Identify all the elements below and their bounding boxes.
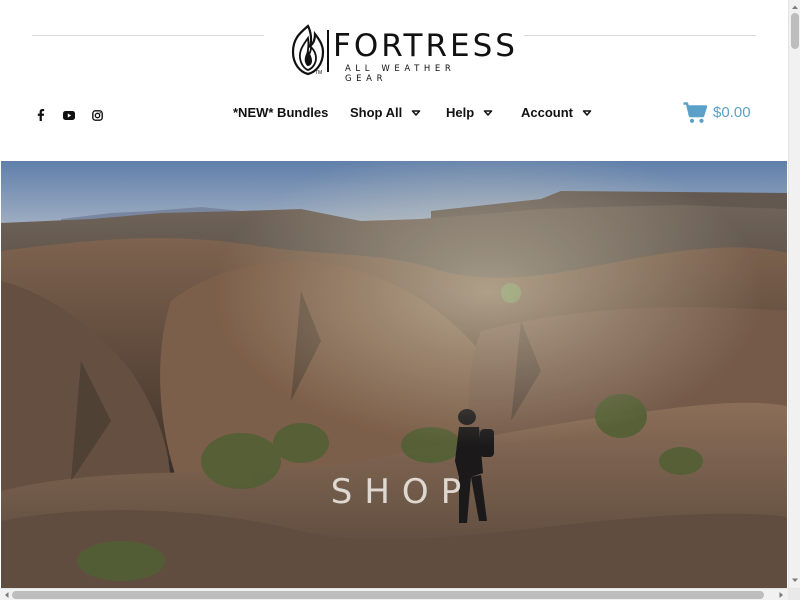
vertical-scrollbar-thumb[interactable] xyxy=(791,13,799,49)
scroll-up-arrow-icon[interactable] xyxy=(789,2,800,12)
chevron-down-icon xyxy=(483,109,493,116)
horizontal-scrollbar[interactable] xyxy=(0,588,800,600)
flame-logo-icon xyxy=(291,24,325,76)
brand-tagline: ALL WEATHER GEAR xyxy=(345,64,456,84)
scroll-left-arrow-icon[interactable] xyxy=(2,590,12,600)
scrollbar-corner xyxy=(788,589,800,600)
site-header: TM FORTRESS ALL WEATHER GEAR *NEW* Bundl… xyxy=(0,0,788,161)
nav-item-help[interactable]: Help xyxy=(446,104,493,121)
vertical-scrollbar[interactable] xyxy=(788,0,800,588)
scroll-down-arrow-icon[interactable] xyxy=(789,575,800,585)
cart-total: $0.00 xyxy=(713,104,751,121)
scroll-right-arrow-icon[interactable] xyxy=(776,590,786,600)
hero-image xyxy=(1,161,787,600)
horizontal-scrollbar-thumb[interactable] xyxy=(12,591,764,599)
trademark-mark: TM xyxy=(315,70,323,76)
nav-item-label: Help xyxy=(446,105,475,120)
chevron-down-icon xyxy=(412,109,421,116)
cart-button[interactable]: $0.00 xyxy=(683,101,751,125)
header-rule-right xyxy=(524,35,756,36)
brand-name: FORTRESS xyxy=(333,28,518,64)
nav-item-new-bundles[interactable]: *NEW* Bundles xyxy=(233,104,328,121)
brand-logo[interactable]: TM FORTRESS ALL WEATHER GEAR xyxy=(291,24,515,84)
hero-banner[interactable]: SHOP xyxy=(1,161,787,600)
nav-item-label: *NEW* Bundles xyxy=(233,105,329,120)
nav-item-label: Account xyxy=(521,105,573,120)
header-rule-left xyxy=(32,35,264,36)
hero-heading: SHOP xyxy=(330,472,474,512)
nav-item-account[interactable]: Account xyxy=(521,104,592,121)
nav-item-shop-all[interactable]: Shop All xyxy=(350,104,421,121)
main-nav: *NEW* Bundles Shop All Help Account xyxy=(0,104,788,122)
chevron-down-icon xyxy=(582,109,592,116)
shopping-cart-icon xyxy=(683,102,707,123)
nav-item-label: Shop All xyxy=(350,105,403,120)
logo-divider xyxy=(327,30,329,72)
